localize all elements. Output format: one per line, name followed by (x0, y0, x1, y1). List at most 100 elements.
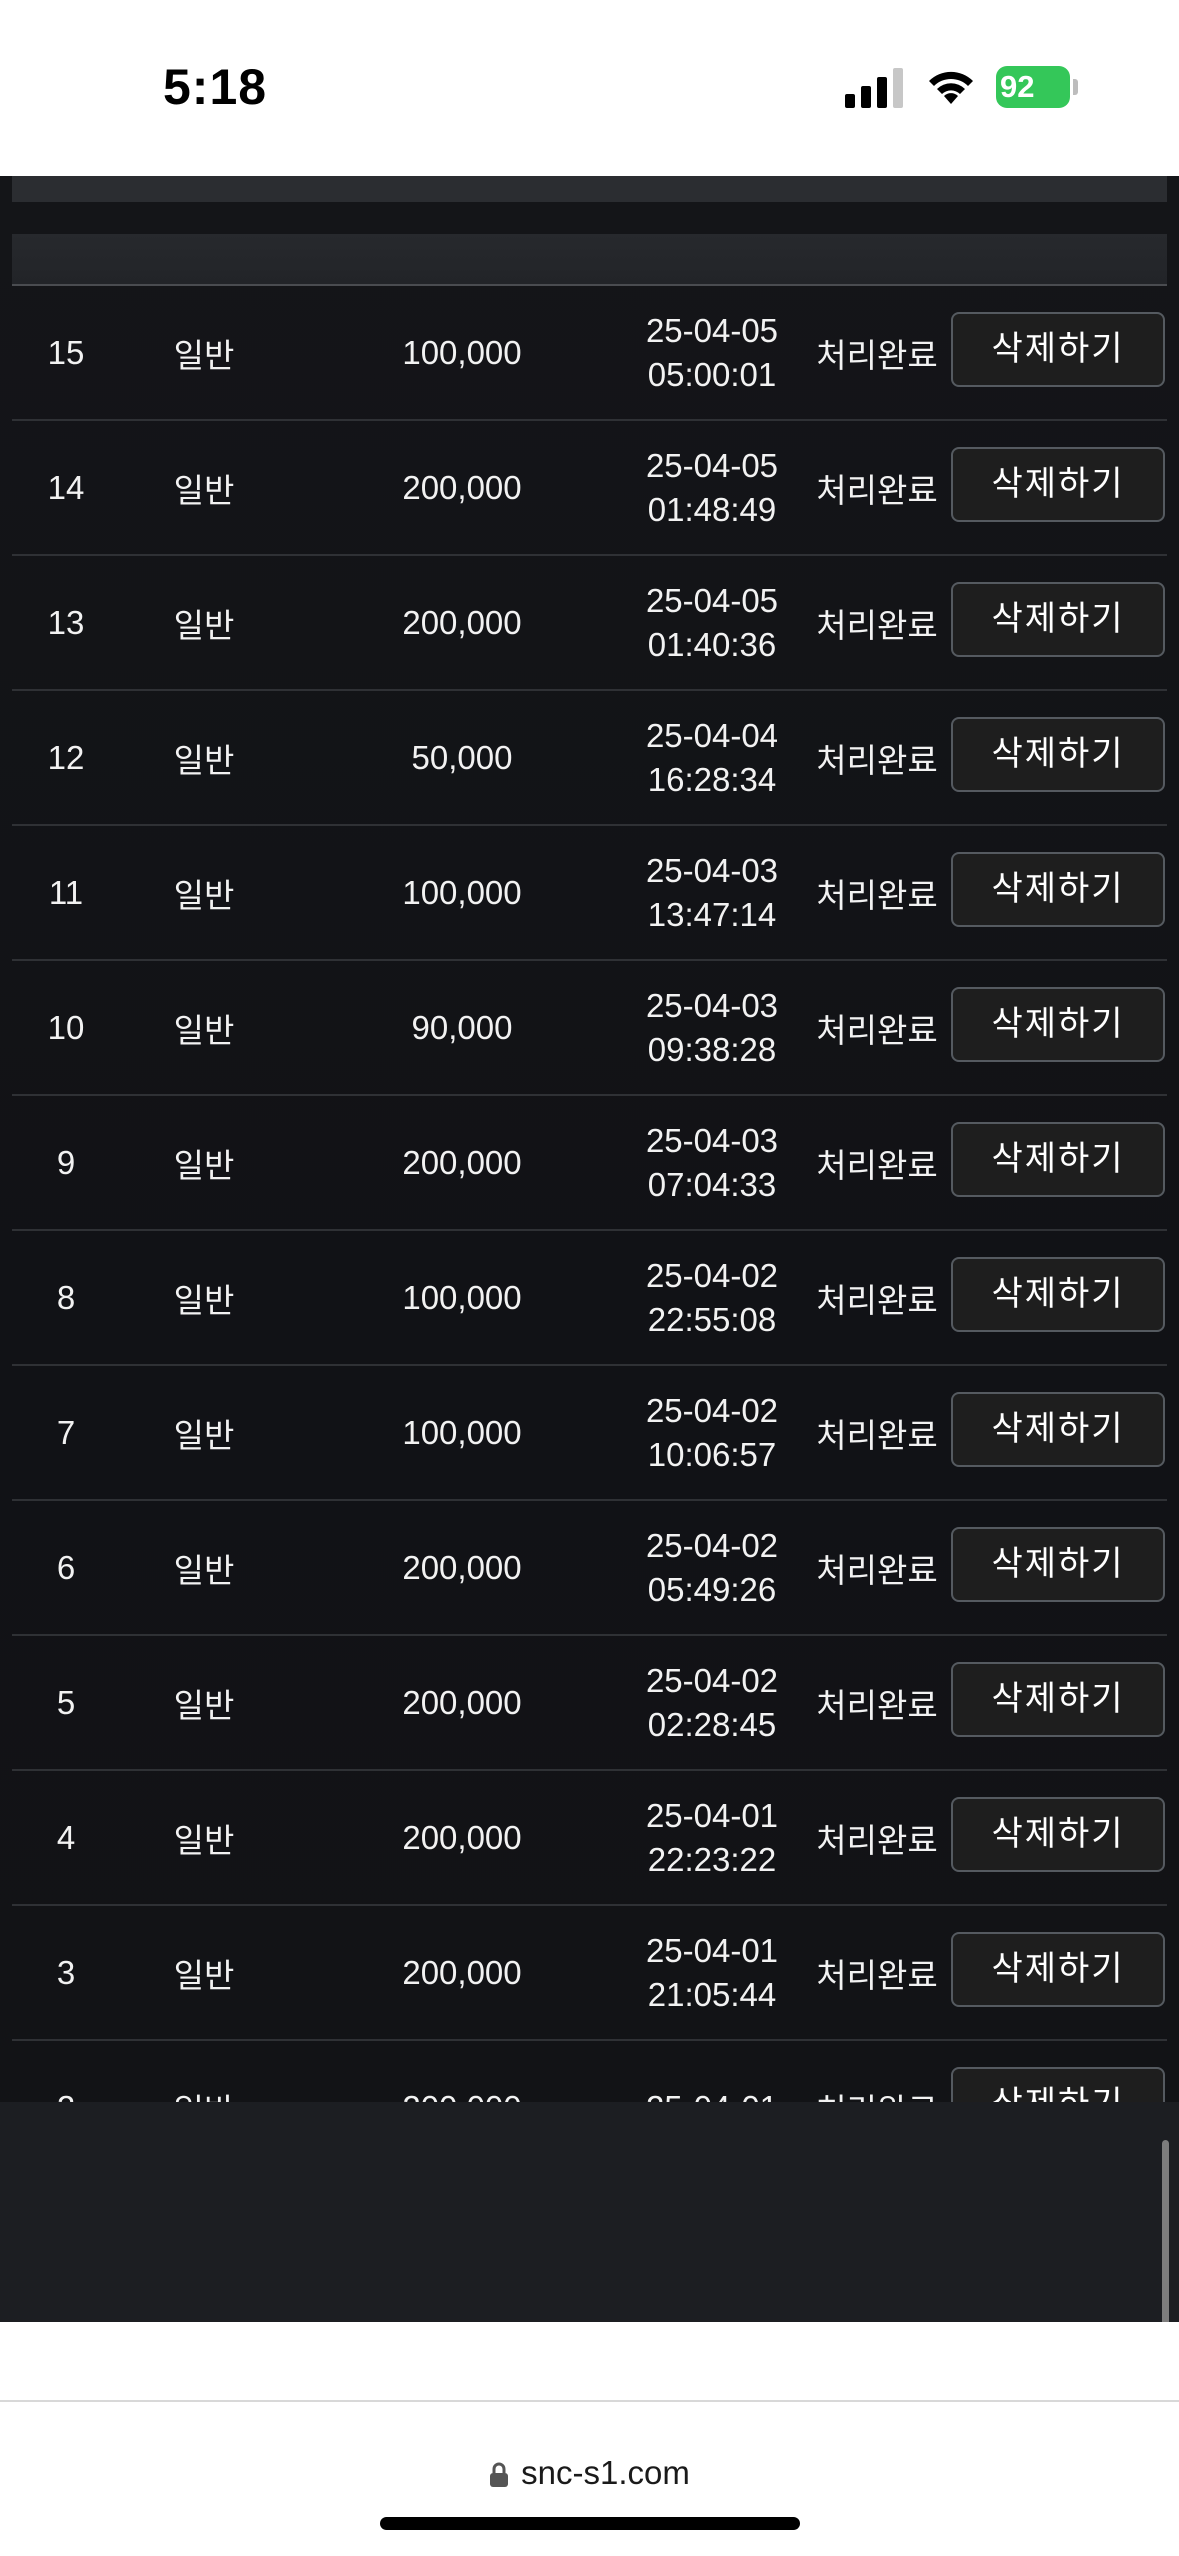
row-date: 25-04-04 (645, 716, 779, 754)
row-type: 일반 (173, 1550, 235, 1590)
delete-button[interactable]: 삭제하기 (951, 852, 1165, 927)
row-status: 처리완료 (816, 1685, 938, 1725)
delete-button[interactable]: 삭제하기 (951, 1797, 1165, 1872)
row-date: 25-04-03 (645, 986, 779, 1024)
row-date: 25-04-01 (646, 2086, 778, 2103)
row-date: 25-04-02 (645, 1526, 779, 1564)
table-row: 14 일반 200,000 25-04-05 01:48:49 처리완료 삭제하기 (12, 421, 1167, 556)
table-row: 9 일반 200,000 25-04-03 07:04:33 처리완료 삭제하기 (12, 1096, 1167, 1231)
row-status: 처리완료 (816, 335, 938, 375)
row-type: 일반 (173, 1280, 235, 1320)
row-number: 12 (47, 738, 85, 776)
table-row: 5 일반 200,000 25-04-02 02:28:45 처리완료 삭제하기 (12, 1636, 1167, 1771)
row-status: 처리완료 (802, 2041, 952, 2103)
page-content: 15 일반 100,000 25-04-05 05:00:01 처리완료 삭제하기 14 일반 2… (0, 176, 1179, 2530)
table-row: 12 일반 50,000 25-04-04 16:28:34 처리완료 삭제하기 (12, 691, 1167, 826)
row-date: 25-04-02 (645, 1256, 779, 1294)
row-status: 처리완료 (816, 1550, 938, 1590)
row-number: 10 (47, 1008, 85, 1046)
row-number: 15 (47, 333, 85, 371)
row-time: 16:28:34 (647, 760, 777, 798)
delete-button[interactable]: 삭제하기 (951, 1527, 1165, 1602)
url-text: snc-s1.com (521, 2454, 690, 2491)
row-number: 11 (48, 873, 84, 911)
row-status: 처리완료 (816, 1955, 938, 1995)
delete-button[interactable]: 삭제하기 (951, 582, 1165, 657)
row-time: 22:55:08 (647, 1300, 777, 1338)
delete-button[interactable]: 삭제하기 (951, 717, 1165, 792)
row-date: 25-04-05 (645, 581, 779, 619)
table-row: 4 일반 200,000 25-04-01 22:23:22 처리완료 삭제하기 (12, 1771, 1167, 1906)
row-number: 8 (56, 1278, 76, 1316)
row-status: 처리완료 (816, 470, 938, 510)
row-time: 05:49:26 (647, 1570, 777, 1608)
home-indicator (380, 2517, 800, 2530)
delete-button[interactable]: 삭제하기 (951, 1662, 1165, 1737)
table-row: 13 일반 200,000 25-04-05 01:40:36 처리완료 삭제하기 (12, 556, 1167, 691)
row-time: 01:48:49 (647, 490, 777, 528)
row-type: 일반 (173, 335, 235, 375)
delete-button[interactable]: 삭제하기 (951, 2067, 1165, 2102)
row-number: 6 (56, 1548, 76, 1586)
delete-button[interactable]: 삭제하기 (951, 312, 1165, 387)
row-number: 13 (47, 603, 85, 641)
battery-tip (1073, 79, 1078, 95)
delete-button[interactable]: 삭제하기 (951, 1122, 1165, 1197)
row-time: 10:06:57 (647, 1435, 777, 1473)
address-bar[interactable]: snc-s1.com (0, 2454, 1179, 2492)
delete-button[interactable]: 삭제하기 (951, 1257, 1165, 1332)
status-bar: 5:18 92 (0, 0, 1179, 176)
row-type: 일반 (173, 1145, 235, 1185)
battery-icon: 92 (996, 66, 1080, 108)
row-type: 일반 (173, 1820, 235, 1860)
status-time: 5:18 (163, 59, 268, 115)
delete-button[interactable]: 삭제하기 (951, 1932, 1165, 2007)
row-status: 처리완료 (816, 875, 938, 915)
row-date: 25-04-02 (645, 1661, 779, 1699)
delete-button[interactable]: 삭제하기 (951, 987, 1165, 1062)
table-row: 15 일반 100,000 25-04-05 05:00:01 처리완료 삭제하기 (12, 286, 1167, 421)
row-type: 일반 (173, 605, 235, 645)
row-number: 9 (56, 1143, 76, 1181)
row-status: 처리완료 (816, 1010, 938, 1050)
row-type: 일반 (173, 875, 235, 915)
row-date: 25-04-03 (645, 851, 779, 889)
history-panel: 15 일반 100,000 25-04-05 05:00:01 처리완료 삭제하기 14 일반 2… (0, 176, 1179, 2102)
row-number: 5 (56, 1683, 76, 1721)
battery-level: 92 (1000, 69, 1035, 104)
row-time: 07:04:33 (647, 1165, 777, 1203)
row-type: 일반 (173, 1685, 235, 1725)
row-date: 25-04-03 (645, 1121, 779, 1159)
delete-button[interactable]: 삭제하기 (951, 1392, 1165, 1467)
row-time: 02:28:45 (647, 1705, 777, 1743)
table-row: 7 일반 100,000 25-04-02 10:06:57 처리완료 삭제하기 (12, 1366, 1167, 1501)
battery-body: 92 (996, 66, 1070, 108)
wifi-icon (929, 71, 973, 104)
row-time: 21:05:44 (647, 1975, 777, 2013)
row-type: 일반 (120, 2041, 288, 2103)
table-header (12, 234, 1167, 286)
row-type: 일반 (173, 1955, 235, 1995)
row-date: 25-04-01 (645, 1931, 779, 1969)
row-number: 14 (47, 468, 85, 506)
row-number: 4 (56, 1818, 76, 1856)
row-number: 2 (12, 2041, 120, 2103)
delete-button[interactable]: 삭제하기 (951, 447, 1165, 522)
row-status: 처리완료 (816, 605, 938, 645)
row-date: 25-04-05 (645, 311, 779, 349)
cellular-signal-icon (845, 68, 903, 108)
row-time: 22:23:22 (647, 1840, 777, 1878)
row-status: 처리완료 (816, 740, 938, 780)
row-type: 일반 (173, 1415, 235, 1455)
lock-icon (490, 2462, 509, 2488)
row-status: 처리완료 (816, 1415, 938, 1455)
table-row: 8 일반 100,000 25-04-02 22:55:08 처리완료 삭제하기 (12, 1231, 1167, 1366)
table-row: 10 일반 90,000 25-04-03 09:38:28 처리완료 삭제하기 (12, 961, 1167, 1096)
row-type: 일반 (173, 1010, 235, 1050)
table-row: 2일반200,00025-04-01처리완료삭제하기 (12, 2041, 1167, 2102)
row-date: 25-04-05 (645, 446, 779, 484)
row-status: 처리완료 (816, 1280, 938, 1320)
row-number: 3 (56, 1953, 76, 1991)
table-body[interactable]: 15 일반 100,000 25-04-05 05:00:01 처리완료 삭제하기 14 일반 2… (0, 286, 1179, 2102)
table-row: 11 일반 100,000 25-04-03 13:47:14 처리완료 삭제하기 (12, 826, 1167, 961)
